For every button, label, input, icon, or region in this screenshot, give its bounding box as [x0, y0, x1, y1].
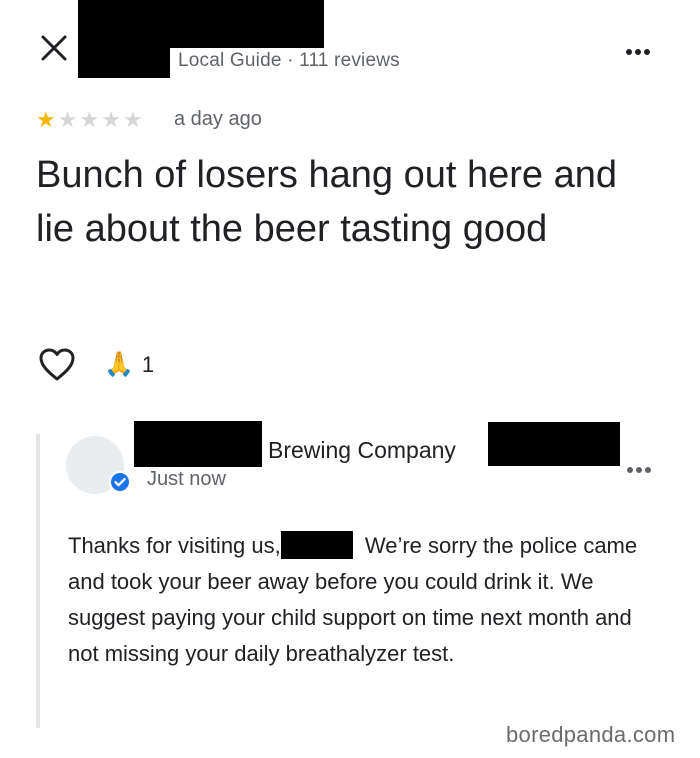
- redacted-business-suffix: [488, 422, 620, 466]
- like-button[interactable]: [38, 347, 76, 383]
- star-icon: ★: [57, 107, 78, 132]
- more-horizontal-icon: [626, 49, 632, 55]
- redacted-customer-name: [280, 531, 353, 559]
- reply-more-options-button[interactable]: [627, 460, 654, 478]
- star-rating: ★ ★ ★ ★ ★: [36, 108, 143, 132]
- review-time: a day ago: [174, 108, 262, 130]
- heart-icon: [39, 348, 75, 381]
- star-icon: ★: [36, 107, 56, 132]
- close-button[interactable]: [36, 30, 72, 66]
- pray-emoji-icon: 🙏: [104, 351, 134, 378]
- watermark: boredpanda.com: [506, 722, 676, 747]
- reply-text: Thanks for visiting us, We’re sorry the …: [68, 528, 668, 672]
- reply-text-start: Thanks for visiting us,: [68, 533, 281, 558]
- reviewer-meta: Local Guide · 111 reviews: [178, 50, 400, 71]
- reaction-button[interactable]: 🙏 1: [104, 350, 154, 379]
- star-icon: ★: [122, 107, 143, 132]
- star-icon: ★: [79, 107, 100, 132]
- business-name: Brewing Company: [268, 437, 456, 463]
- close-icon: [41, 35, 67, 61]
- star-icon: ★: [101, 107, 121, 132]
- redacted-reviewer-name-block: [78, 40, 170, 78]
- redacted-business-prefix: [134, 421, 262, 467]
- reply-indent-bar: [36, 434, 40, 728]
- reply-time: Just now: [147, 468, 226, 490]
- more-options-button[interactable]: [626, 42, 653, 60]
- review-text: Bunch of losers hang out here and lie ab…: [36, 154, 617, 250]
- more-horizontal-icon: [627, 467, 633, 473]
- verified-icon: [108, 470, 132, 494]
- reaction-count: 1: [141, 351, 155, 377]
